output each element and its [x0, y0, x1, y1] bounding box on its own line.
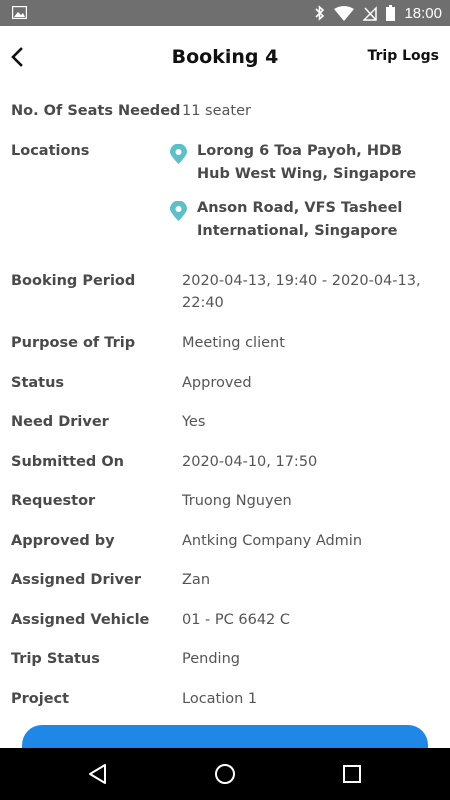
seats-label: No. Of Seats Needed — [11, 103, 181, 119]
purpose-value: Meeting client — [182, 335, 285, 351]
assigned-driver-value: Zan — [182, 572, 211, 588]
project-value: Location 1 — [182, 691, 258, 707]
booking-period-value: 2020-04-13, 19:40 - 2020-04-13, 22:40 — [182, 273, 421, 311]
recents-square-icon[interactable] — [340, 762, 364, 786]
bluetooth-icon — [315, 5, 325, 21]
detail-row-booking-period: Booking Period 2020-04-13, 19:40 - 2020-… — [11, 270, 441, 316]
back-triangle-icon[interactable] — [86, 762, 110, 786]
assigned-driver-label: Assigned Driver — [11, 572, 142, 588]
system-nav-bar — [0, 748, 450, 800]
purpose-label: Purpose of Trip — [11, 335, 136, 351]
booking-period-label: Booking Period — [11, 273, 136, 289]
requestor-label: Requestor — [11, 493, 96, 509]
need-driver-label: Need Driver — [11, 414, 109, 430]
wifi-icon — [334, 5, 355, 21]
status-label: Status — [11, 375, 65, 391]
assigned-vehicle-value: 01 - PC 6642 C — [182, 612, 291, 628]
clock: 18:00 — [404, 4, 442, 22]
status-value: Approved — [182, 375, 252, 391]
location-text: Anson Road, VFS Tasheel International, S… — [197, 200, 403, 239]
location-pin-icon — [170, 201, 187, 221]
submitted-on-label: Submitted On — [11, 454, 124, 470]
trip-status-label: Trip Status — [11, 651, 100, 667]
status-bar: 18:00 — [0, 0, 450, 26]
project-label: Project — [11, 691, 70, 707]
approved-by-value: Antking Company Admin — [182, 533, 363, 549]
location-pin-icon — [170, 144, 187, 164]
app-bar: Booking 4 Trip Logs — [0, 26, 450, 88]
home-circle-icon[interactable] — [213, 762, 237, 786]
requestor-value: Truong Nguyen — [182, 493, 292, 509]
submitted-on-value: 2020-04-10, 17:50 — [182, 454, 318, 470]
image-icon — [12, 6, 27, 19]
battery-icon — [386, 5, 396, 21]
location-text: Lorong 6 Toa Payoh, HDB Hub West Wing, S… — [197, 143, 417, 182]
need-driver-value: Yes — [182, 414, 206, 430]
booking-details: No. Of Seats Needed 11 seater Locations … — [0, 88, 450, 748]
trip-status-value: Pending — [182, 651, 240, 667]
no-signal-icon — [363, 5, 378, 21]
trip-logs-button[interactable]: Trip Logs — [367, 48, 439, 64]
locations-label: Locations — [11, 143, 90, 159]
seats-value: 11 seater — [182, 103, 251, 119]
approved-by-label: Approved by — [11, 533, 115, 549]
assigned-vehicle-label: Assigned Vehicle — [11, 612, 150, 628]
